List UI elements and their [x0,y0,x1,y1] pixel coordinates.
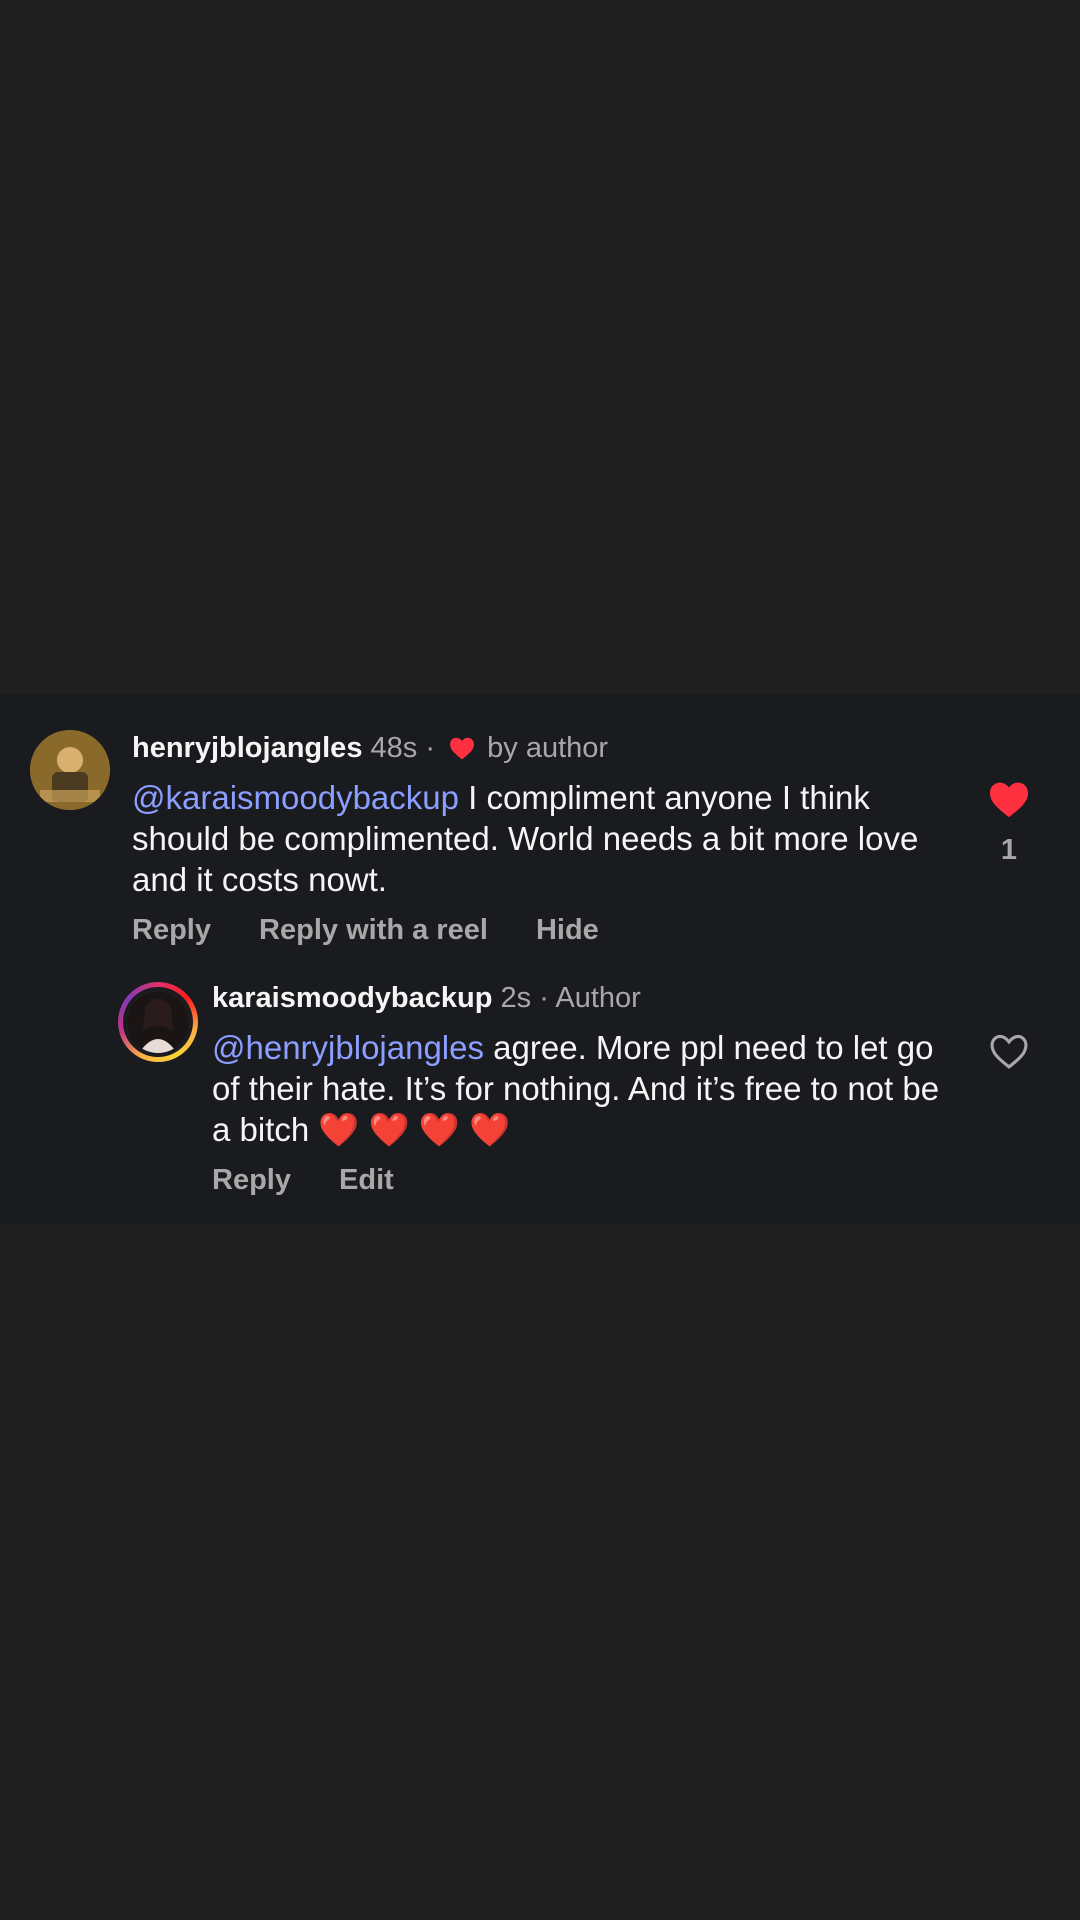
separator: · [539,982,549,1014]
avatar[interactable] [30,730,110,810]
timestamp: 48s [370,732,418,764]
reply-button[interactable]: Reply [212,1164,291,1196]
mention-link[interactable]: @henryjblojangles [212,1029,484,1066]
timestamp: 2s [500,982,532,1014]
hide-button[interactable]: Hide [536,914,599,946]
reply-button[interactable]: Reply [132,914,211,946]
comment-text: @karaismoodybackup I compliment anyone I… [132,777,952,900]
screen: henryjblojangles 48s · by author @karais… [0,0,1080,1920]
comment-panel: henryjblojangles 48s · by author @karais… [0,694,1080,1225]
edit-button[interactable]: Edit [339,1164,394,1196]
comment-header: henryjblojangles 48s · by author [132,730,608,769]
author-label: Author [555,982,641,1014]
reply-with-reel-button[interactable]: Reply with a reel [259,914,488,946]
comment-actions: Reply Reply with a reel Hide [132,912,639,948]
heart-filled-icon [990,782,1028,818]
like-button[interactable] [988,1032,1030,1075]
avatar-photo [30,730,110,810]
username[interactable]: karaismoodybackup [212,982,492,1014]
comment-henryjblojangles: henryjblojangles 48s · by author @karais… [0,694,1080,954]
like-button[interactable] [988,780,1030,823]
avatar-photo [127,991,189,1053]
avatar [127,991,189,1053]
like-count[interactable]: 1 [979,834,1039,867]
liked-by-author-label: by author [487,732,609,764]
reply-text: @henryjblojangles agree. More ppl need t… [212,1027,952,1150]
username[interactable]: henryjblojangles [132,732,362,764]
separator: · [425,732,436,764]
mention-link[interactable]: @karaismoodybackup [132,779,459,816]
reply-actions: Reply Edit [212,1162,434,1198]
heart-outline-icon [990,1034,1028,1069]
heart-filled-icon [449,733,475,769]
avatar-story-ring[interactable] [118,982,198,1062]
reply-header: karaismoodybackup 2s · Author [212,980,641,1016]
